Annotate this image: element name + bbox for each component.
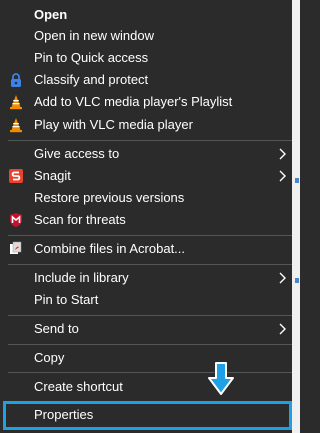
properties-highlight-box [3, 401, 292, 430]
menu-item-vlc-play[interactable]: Play with VLC media player [0, 114, 292, 136]
menu-separator [8, 264, 292, 265]
chevron-right-icon [279, 170, 286, 182]
menu-item-label: Play with VLC media player [34, 117, 193, 132]
menu-separator [8, 372, 292, 373]
menu-separator [8, 235, 292, 236]
menu-separator [8, 140, 292, 141]
menu-separator [8, 344, 292, 345]
menu-item-label: Pin to Quick access [34, 50, 149, 65]
menu-item-create-shortcut[interactable]: Create shortcut [0, 376, 292, 398]
menu-item-label: Pin to Start [34, 292, 99, 307]
lock-shield-icon [11, 73, 21, 87]
menu-item-vlc-add-playlist[interactable]: Add to VLC media player's Playlist [0, 91, 292, 113]
edge-mark [295, 178, 299, 183]
chevron-right-icon [279, 323, 286, 335]
acrobat-icon [10, 241, 22, 254]
menu-separator [8, 315, 292, 316]
menu-item-label: Send to [34, 321, 79, 336]
vlc-cone-icon [10, 95, 22, 110]
background-window-edge [292, 0, 300, 433]
menu-item-label: Restore previous versions [34, 190, 185, 205]
chevron-right-icon [279, 148, 286, 160]
snagit-icon [9, 169, 23, 183]
menu-item-label: Scan for threats [34, 212, 126, 227]
context-menu: Open Open in new window Pin to Quick acc… [0, 0, 292, 433]
chevron-right-icon [279, 272, 286, 284]
menu-item-label: Open [34, 7, 68, 22]
menu-item-open[interactable]: Open [0, 4, 292, 26]
edge-mark [295, 278, 299, 283]
menu-item-snagit[interactable]: Snagit [0, 165, 292, 187]
menu-item-scan-threats[interactable]: Scan for threats [0, 209, 292, 231]
menu-item-give-access[interactable]: Give access to [0, 143, 292, 165]
mcafee-shield-icon [10, 213, 22, 227]
menu-item-label: Give access to [34, 146, 120, 161]
menu-item-open-new-window[interactable]: Open in new window [0, 25, 292, 47]
menu-item-copy[interactable]: Copy [0, 347, 292, 369]
arrow-down-icon [208, 362, 234, 395]
menu-item-label: Add to VLC media player's Playlist [34, 94, 233, 109]
menu-item-label: Include in library [34, 270, 129, 285]
menu-item-classify-protect[interactable]: Classify and protect [0, 69, 292, 91]
menu-item-restore-versions[interactable]: Restore previous versions [0, 187, 292, 209]
menu-item-pin-start[interactable]: Pin to Start [0, 289, 292, 311]
menu-item-label: Classify and protect [34, 72, 149, 87]
menu-item-label: Create shortcut [34, 379, 123, 394]
menu-item-send-to[interactable]: Send to [0, 318, 292, 340]
menu-item-pin-quick-access[interactable]: Pin to Quick access [0, 47, 292, 69]
menu-item-label: Combine files in Acrobat... [34, 241, 186, 256]
menu-item-label: Copy [34, 350, 65, 365]
menu-item-label: Snagit [34, 168, 71, 183]
menu-item-label: Open in new window [34, 28, 154, 43]
menu-item-include-library[interactable]: Include in library [0, 267, 292, 289]
menu-item-combine-acrobat[interactable]: Combine files in Acrobat... [0, 238, 292, 260]
vlc-cone-icon [10, 118, 22, 133]
